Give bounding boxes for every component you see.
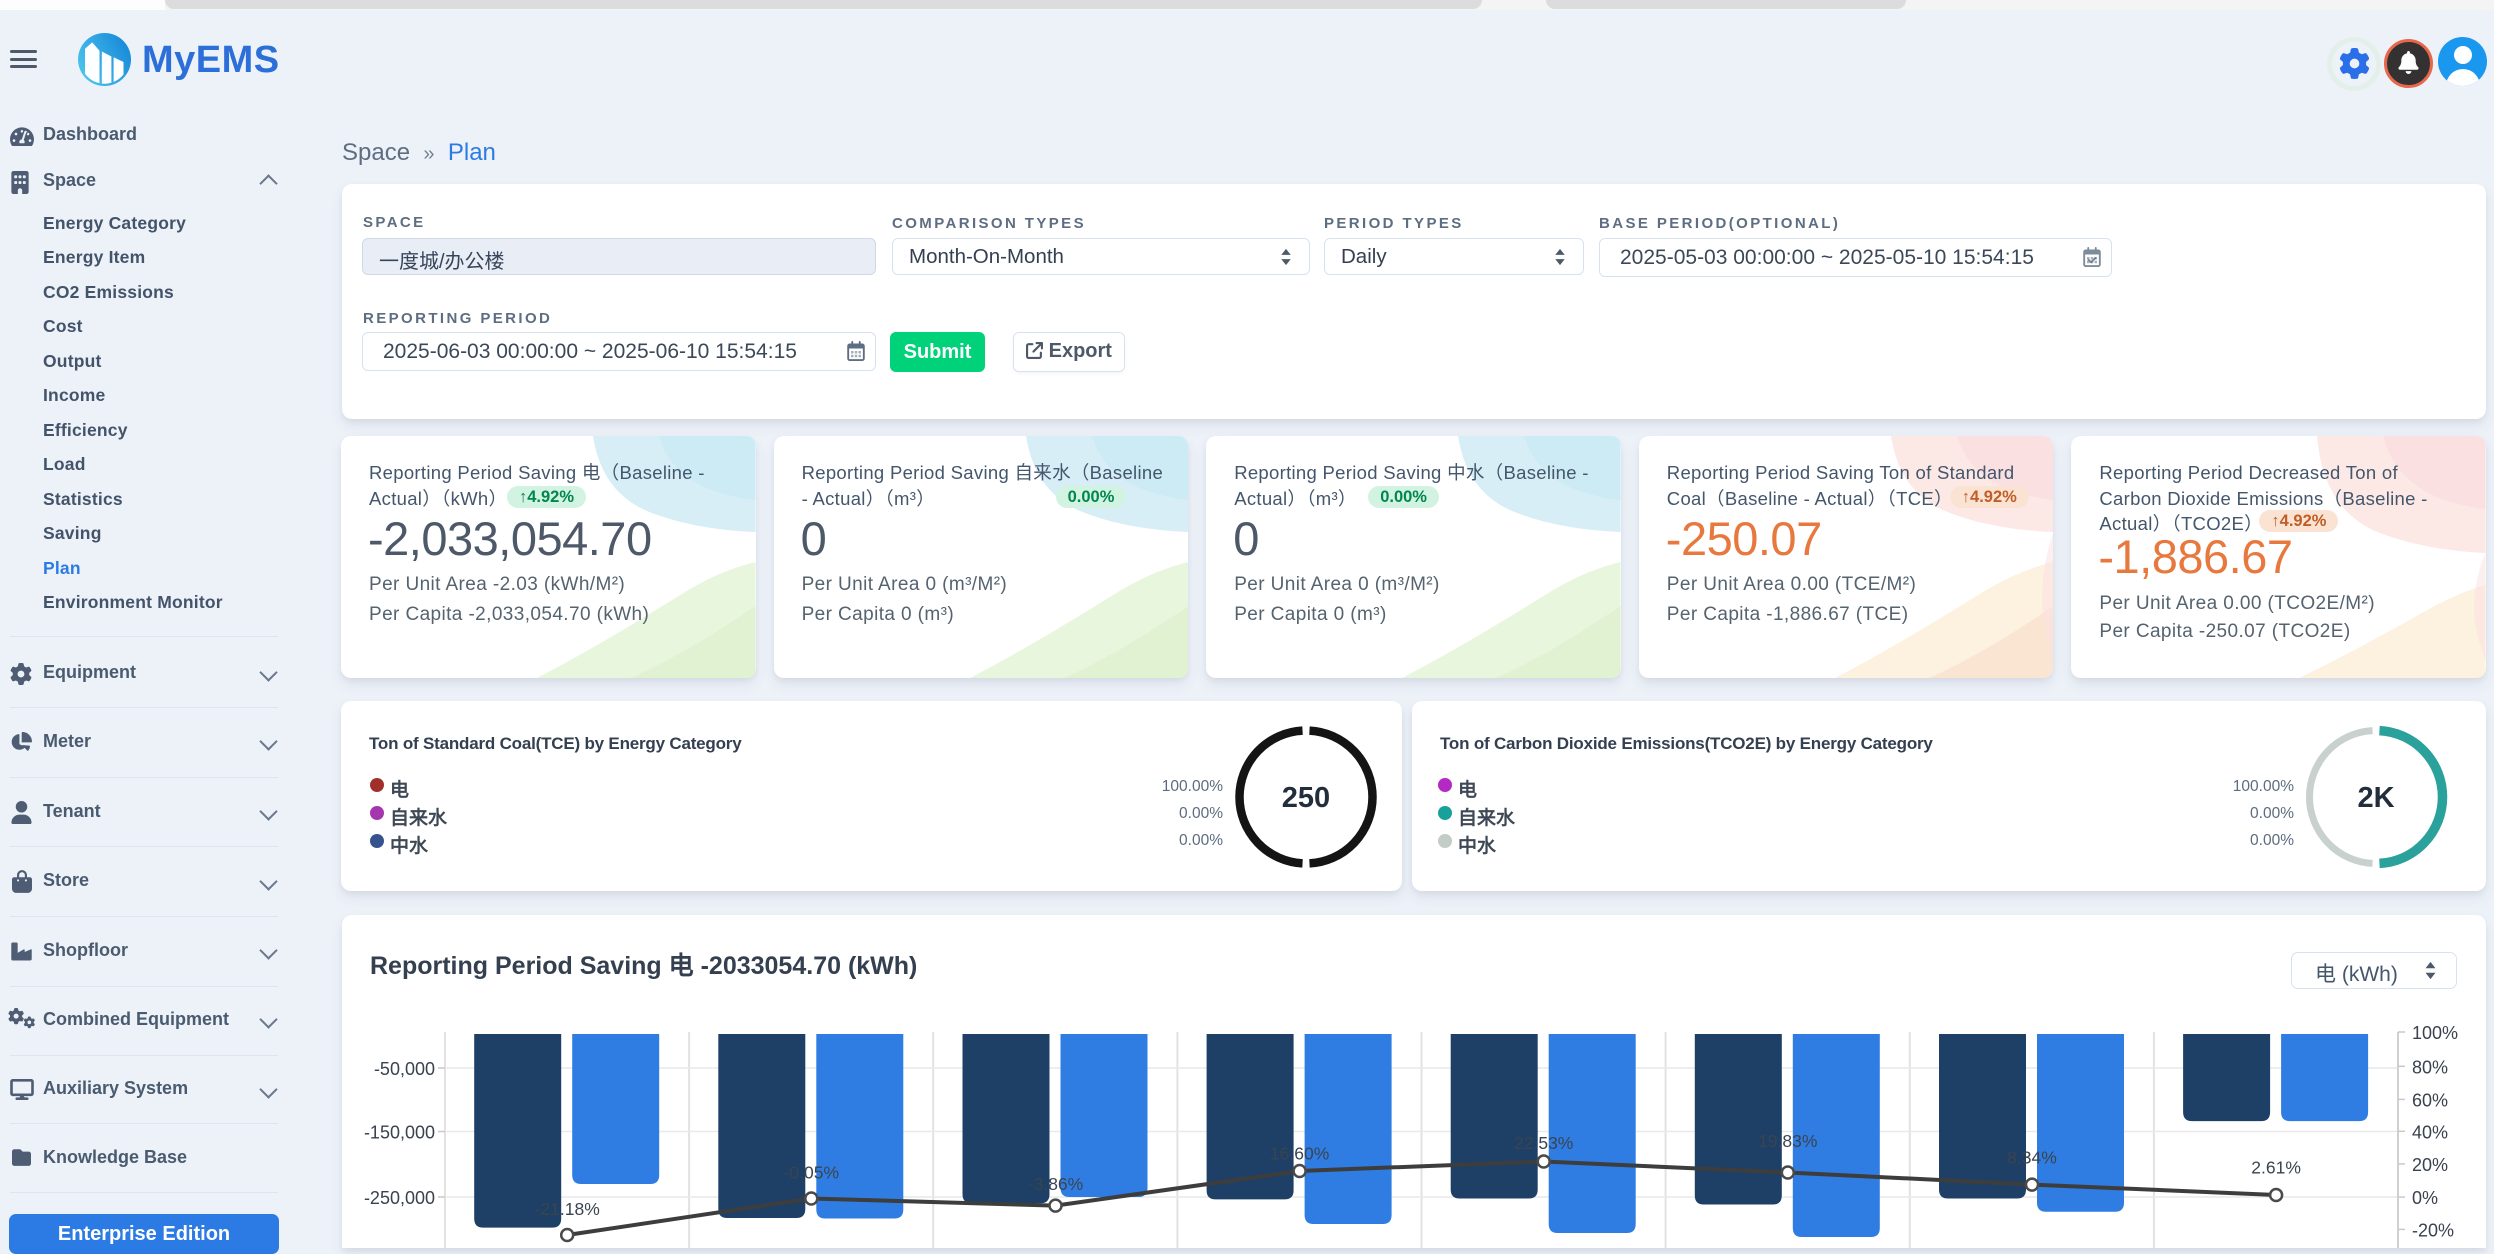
svg-text:250: 250 (1282, 782, 1330, 814)
svg-text:-3.86%: -3.86% (1028, 1174, 1083, 1194)
svg-text:-250,000: -250,000 (364, 1188, 435, 1208)
svg-text:16.60%: 16.60% (1270, 1143, 1329, 1163)
svg-text:-0.05%: -0.05% (784, 1163, 839, 1183)
svg-text:100%: 100% (2412, 1023, 2458, 1043)
svg-text:2.61%: 2.61% (2251, 1158, 2301, 1178)
svg-text:20%: 20% (2412, 1155, 2448, 1175)
svg-text:22.53%: 22.53% (1514, 1133, 1573, 1153)
svg-text:40%: 40% (2412, 1122, 2448, 1142)
svg-text:80%: 80% (2412, 1057, 2448, 1077)
svg-text:19.83%: 19.83% (1758, 1131, 1817, 1151)
svg-text:-50,000: -50,000 (374, 1059, 435, 1079)
svg-text:0%: 0% (2412, 1188, 2438, 1208)
svg-text:60%: 60% (2412, 1090, 2448, 1110)
svg-text:2K: 2K (2357, 782, 2394, 814)
svg-text:-21.18%: -21.18% (535, 1199, 600, 1219)
svg-text:-20%: -20% (2412, 1220, 2454, 1240)
svg-text:-150,000: -150,000 (364, 1123, 435, 1143)
svg-text:8.34%: 8.34% (2007, 1148, 2057, 1168)
